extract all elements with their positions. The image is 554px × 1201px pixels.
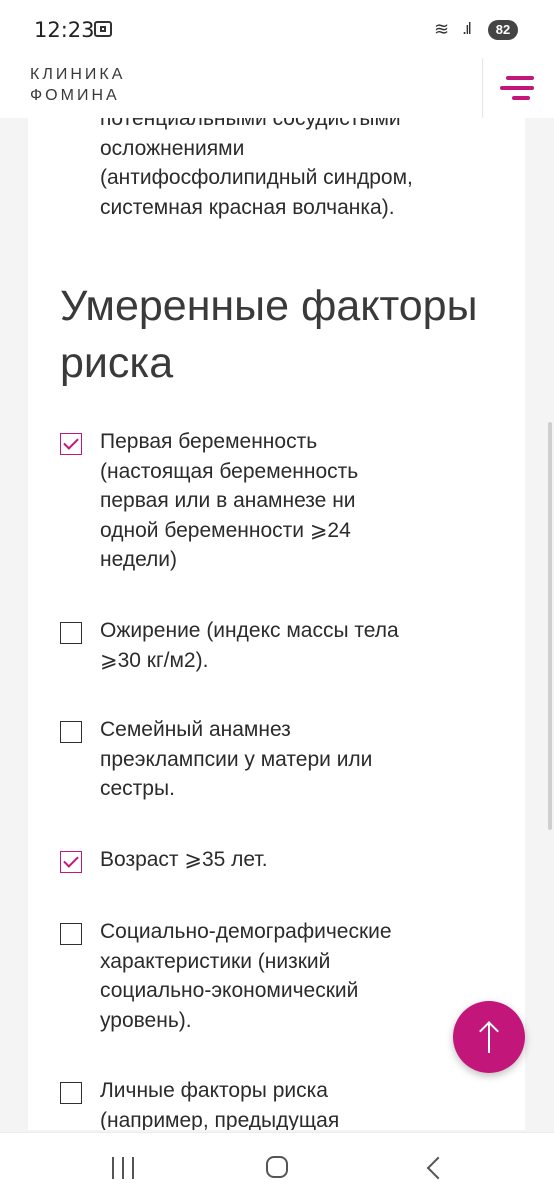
risk-factor-label: Семейный анамнез преэклампсии у матери и…	[100, 715, 420, 804]
risk-factor-label: Социально-демографические характеристики…	[100, 917, 420, 1035]
battery-indicator: 82	[488, 20, 518, 40]
screenshot-icon	[94, 21, 112, 37]
risk-checkbox[interactable]	[60, 1082, 82, 1104]
risk-checkbox[interactable]	[60, 622, 82, 644]
logo-line-2: ФОМИНА	[30, 87, 120, 104]
label-line: Социально-демографические	[100, 920, 392, 943]
label-line: первая или в анамнезе ни	[100, 489, 356, 512]
risk-factor-label: Личные факторы риска (например, предыдущ…	[100, 1076, 420, 1130]
label-line: сестры.	[100, 777, 175, 800]
label-line: Возраст ⩾35 лет.	[100, 848, 268, 871]
risk-factor-label: Первая беременность (настоящая беременно…	[100, 427, 420, 575]
page-scrollbar[interactable]	[548, 422, 552, 830]
header-divider	[482, 58, 483, 118]
risk-factor-label: Ожирение (индекс массы тела ⩾30 кг/м2).	[100, 616, 420, 675]
label-line: (например, предыдущая	[100, 1108, 340, 1131]
text-line: (антифосфолипидный синдром,	[100, 166, 413, 189]
paragraph-continuation: потенциальными сосудистыми осложнениями …	[100, 118, 413, 222]
signal-icon: .ıl	[462, 19, 472, 38]
label-line: преэклампсии у матери или	[100, 747, 373, 771]
label-line: ⩾30 кг/м2).	[100, 648, 209, 672]
arrow-up-icon-head	[479, 1021, 499, 1041]
risk-factor-label: Возраст ⩾35 лет.	[100, 845, 420, 875]
clinic-logo[interactable]: КЛИНИКА ФОМИНА	[30, 64, 125, 106]
text-line: системная красная волчанка).	[100, 195, 395, 219]
label-line: Семейный анамнез	[100, 718, 291, 741]
wifi-icon: ≋	[434, 19, 450, 40]
label-line: уровень).	[100, 1008, 192, 1032]
label-line: недели)	[100, 548, 178, 571]
system-nav-bar	[0, 1132, 554, 1201]
status-time: 12:23	[34, 18, 95, 42]
risk-checkbox[interactable]	[60, 721, 82, 743]
scroll-to-top-button[interactable]	[453, 1001, 525, 1073]
article-content: потенциальными сосудистыми осложнениями …	[28, 118, 525, 1130]
label-line: Личные факторы риска	[100, 1079, 328, 1102]
back-icon[interactable]	[426, 1156, 450, 1180]
hamburger-menu-icon[interactable]	[494, 68, 542, 108]
risk-checkbox[interactable]	[60, 851, 82, 873]
text-line: осложнениями	[100, 136, 245, 160]
site-header: КЛИНИКА ФОМИНА	[0, 58, 554, 118]
label-line: Первая беременность	[100, 430, 318, 453]
risk-checkbox[interactable]	[60, 923, 82, 945]
section-title: Умеренные факторы риска	[60, 282, 478, 387]
label-line: Ожирение (индекс массы тела	[100, 619, 399, 642]
label-line: социально-экономический	[100, 979, 359, 1002]
label-line: характеристики (низкий	[100, 949, 331, 973]
recent-apps-icon[interactable]	[112, 1157, 136, 1179]
status-bar: 12:23 ≋ .ıl 82	[0, 0, 554, 58]
label-line: одной беременности ⩾24	[100, 518, 351, 542]
logo-line-1: КЛИНИКА	[30, 66, 126, 83]
home-icon[interactable]	[266, 1156, 288, 1178]
text-line: потенциальными сосудистыми	[100, 118, 401, 130]
risk-checkbox[interactable]	[60, 433, 82, 455]
label-line: (настоящая беременность	[100, 459, 359, 483]
